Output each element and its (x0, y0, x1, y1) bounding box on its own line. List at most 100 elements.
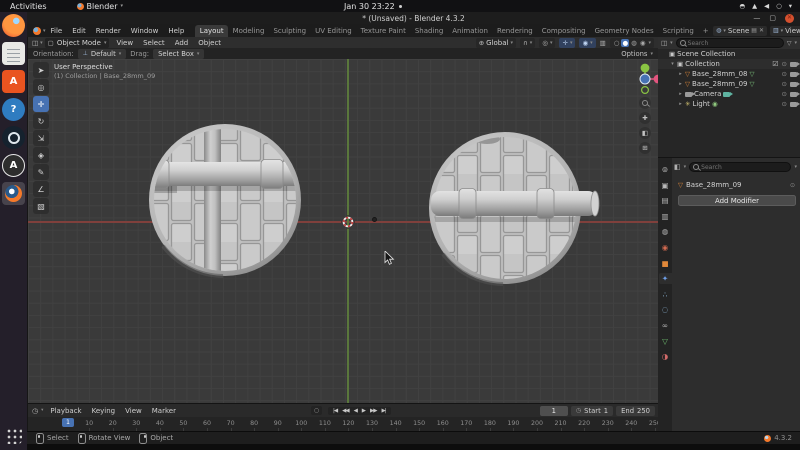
rotate-tool[interactable]: ↻ (33, 113, 49, 129)
camera-visibility-icon[interactable] (790, 61, 800, 67)
current-frame-field[interactable]: 1 (539, 405, 568, 416)
proportional-editing-dropdown[interactable]: ◎ ▾ (539, 37, 556, 48)
eye-icon[interactable]: ⊙ (782, 70, 787, 78)
xray-toggle-icon[interactable]: ▥ (600, 39, 606, 47)
properties-tab-render[interactable]: ▣ (659, 180, 672, 191)
annotate-tool[interactable]: ✎ (33, 164, 49, 180)
select-box-tool[interactable]: ➤ (33, 62, 49, 78)
camera-visibility-icon[interactable] (790, 81, 800, 87)
camera-visibility-icon[interactable] (790, 91, 800, 97)
pin-icon[interactable]: ⊙ (790, 182, 795, 189)
tab-modeling[interactable]: Modeling (228, 25, 269, 37)
show-gizmo-dropdown[interactable]: ✛ ▾ (559, 37, 576, 48)
timeline-menu-marker[interactable]: Marker (147, 407, 181, 415)
expander-icon[interactable]: ▸ (678, 81, 683, 87)
volume-icon[interactable]: ◀ (764, 2, 769, 10)
properties-tab-output[interactable]: ▤ (659, 195, 672, 206)
close-button[interactable]: ✕ (785, 13, 794, 23)
viewport-menu-view[interactable]: View (111, 39, 138, 47)
dock-item-blender[interactable] (2, 182, 25, 205)
camera-view-button[interactable]: ◧ (639, 127, 651, 139)
next-keyframe-button[interactable]: ▶▶ (368, 408, 378, 414)
play-button[interactable]: ▶ (360, 408, 367, 414)
outliner-search[interactable] (675, 38, 784, 48)
transform-orientation-dropdown[interactable]: ⊕ Global ▾ (475, 37, 517, 48)
viewport-menu-object[interactable]: Object (193, 39, 226, 47)
maximize-button[interactable]: ▢ (769, 14, 776, 22)
navigation-gizmo[interactable] (632, 61, 658, 95)
dock-item-app-a[interactable]: A (2, 154, 25, 177)
menu-window[interactable]: Window (126, 27, 164, 35)
system-tray[interactable]: ◓ ▲ ◀ ○ ▾ (739, 0, 792, 12)
properties-tab-modifiers[interactable]: ✦ (658, 273, 672, 285)
properties-tab-object[interactable]: ■ (659, 258, 672, 269)
show-applications-button[interactable] (5, 427, 22, 444)
menu-render[interactable]: Render (91, 27, 126, 35)
drag-dropdown[interactable]: Select Box ▾ (153, 48, 205, 59)
tab-sculpting[interactable]: Sculpting (269, 25, 311, 37)
minimize-button[interactable]: — (753, 14, 760, 22)
properties-tab-object-data[interactable]: ▽ (659, 336, 672, 347)
app-menu[interactable]: Blender ▾ (76, 2, 123, 11)
transform-tool[interactable]: ◈ (33, 147, 49, 163)
tab-shading[interactable]: Shading (410, 25, 447, 37)
properties-tab-view-layer[interactable]: ▥ (659, 211, 672, 222)
dock-item-steam[interactable] (2, 126, 25, 149)
jump-to-start-button[interactable]: |◀ (331, 408, 339, 414)
perspective-toggle-button[interactable]: ⊞ (639, 142, 651, 154)
base-object-right[interactable] (427, 130, 603, 286)
eye-icon[interactable]: ⊙ (782, 100, 787, 108)
play-reverse-button[interactable]: ◀ (352, 408, 359, 414)
chevron-down-icon[interactable]: ▾ (789, 2, 792, 10)
mode-dropdown[interactable]: ▢ Object Mode ▾ (44, 37, 110, 48)
window-titlebar[interactable]: * (Unsaved) - Blender 4.3.2 — ▢ ✕ (27, 12, 800, 24)
tab-rendering[interactable]: Rendering (492, 25, 537, 37)
shading-material-preview-icon[interactable]: ◍ (630, 39, 638, 47)
checkbox-icon[interactable]: ☑ (772, 60, 778, 68)
eye-icon[interactable]: ⊙ (782, 60, 787, 68)
zoom-button[interactable] (639, 97, 651, 109)
input-indicator-icon[interactable]: ◓ (739, 2, 745, 10)
dock-item-text-editor[interactable] (2, 42, 25, 65)
add-modifier-button[interactable]: Add Modifier (678, 195, 796, 206)
timeline-ruler[interactable]: 1 10 20 30 40 50 60 70 80 90 100 110 120 130 140 150 16… (28, 417, 658, 431)
viewport-menu-add[interactable]: Add (170, 39, 194, 47)
timeline-menu-keying[interactable]: Keying (87, 407, 121, 415)
options-dropdown[interactable]: Options ▾ (621, 50, 653, 58)
eye-icon[interactable]: ⊙ (782, 90, 787, 98)
menu-help[interactable]: Help (163, 27, 189, 35)
properties-tab-particles[interactable]: ∴ (659, 289, 672, 300)
auto-keying-toggle[interactable]: ○ (311, 406, 322, 415)
dock-item-ubuntu-software[interactable]: A (2, 70, 25, 93)
timeline-editor-icon[interactable]: ◷ (32, 407, 38, 415)
tab-animation[interactable]: Animation (448, 25, 493, 37)
expander-icon[interactable]: ▾ (670, 61, 675, 67)
filter-icon[interactable]: ▽ (787, 40, 792, 47)
tab-scripting[interactable]: Scripting (658, 25, 698, 37)
show-overlays-dropdown[interactable]: ◉ ▾ (579, 37, 596, 48)
camera-visibility-icon[interactable] (790, 101, 800, 107)
properties-tab-constraints[interactable]: ∞ (659, 320, 672, 331)
properties-tab-physics[interactable]: ◌ (659, 304, 672, 315)
properties-tab-scene[interactable]: ◍ (659, 226, 672, 237)
expander-icon[interactable]: ▸ (678, 101, 683, 107)
tab-plus[interactable]: + (698, 25, 713, 37)
viewport-menu-select[interactable]: Select (138, 39, 170, 47)
tab-layout[interactable]: Layout (195, 24, 229, 37)
frame-start-field[interactable]: ◷ Start 1 (570, 405, 614, 416)
current-frame-indicator[interactable]: 1 (61, 418, 75, 427)
properties-search-input[interactable] (701, 163, 788, 171)
move-tool[interactable]: ✛ (33, 96, 49, 112)
expander-icon[interactable]: ▸ (678, 71, 683, 77)
outliner-row-base-28mm-08[interactable]: ▸ ▽ Base_28mm_08 ▽ ⊙ (658, 69, 800, 79)
previous-keyframe-button[interactable]: ◀◀ (340, 408, 350, 414)
measure-tool[interactable]: ∠ (33, 181, 49, 197)
blender-menu-button[interactable]: ▾ (33, 26, 46, 35)
power-icon[interactable]: ○ (776, 2, 782, 10)
outliner-row-collection[interactable]: ▾ ▣ Collection ☑ ⊙ (658, 59, 800, 69)
outliner-search-input[interactable] (687, 39, 780, 47)
snapping-dropdown[interactable]: ∩ ▾ (520, 37, 536, 48)
scene-selector[interactable]: ◍ ▾ Scene ▤ ✕ (713, 25, 767, 36)
menu-file[interactable]: File (46, 27, 68, 35)
dock-item-firefox[interactable] (2, 14, 25, 37)
